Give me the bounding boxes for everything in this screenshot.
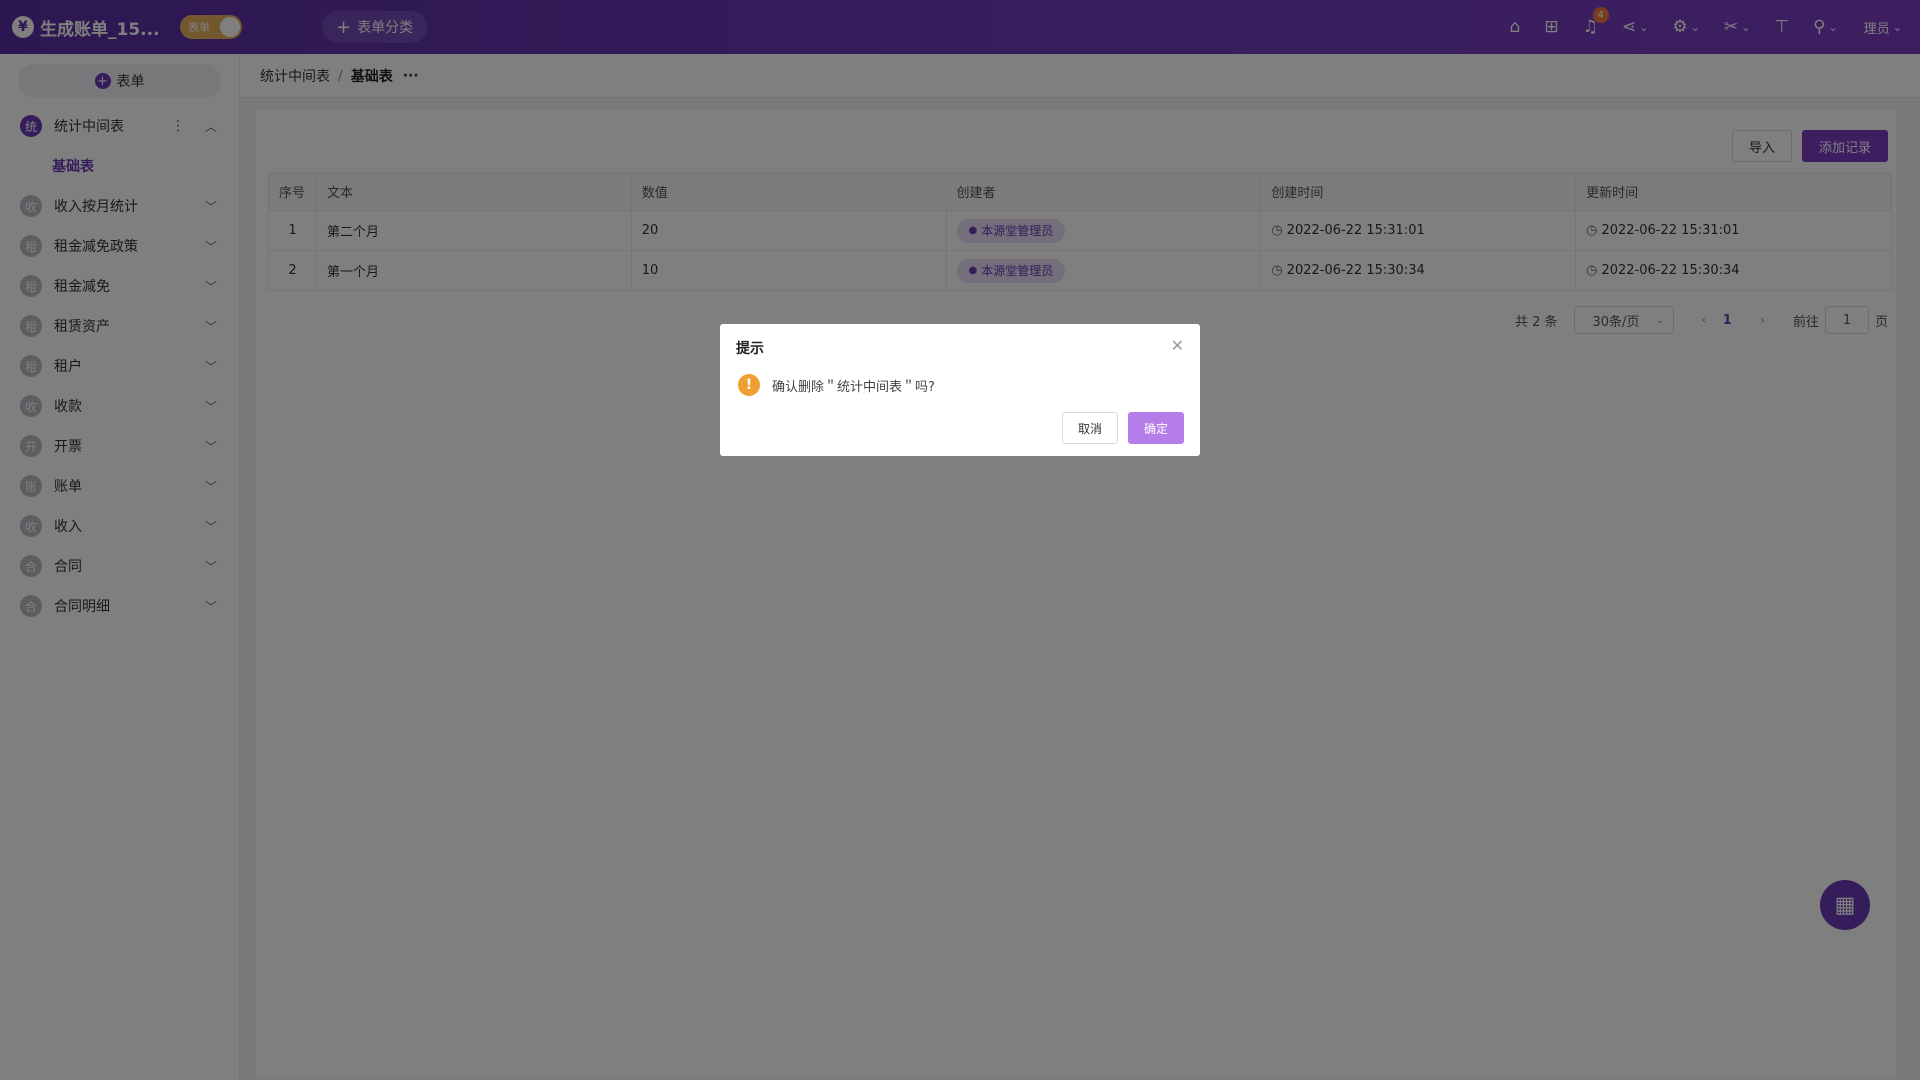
cancel-button[interactable]: 取消 xyxy=(1061,412,1118,444)
close-icon[interactable]: ✕ xyxy=(1171,336,1184,355)
confirm-button[interactable]: 确定 xyxy=(1127,412,1184,444)
confirm-delete-dialog: 提示 ✕ ! 确认删除＂统计中间表＂吗? 取消 确定 xyxy=(720,324,1200,456)
warning-icon: ! xyxy=(738,374,760,396)
dialog-message: 确认删除＂统计中间表＂吗? xyxy=(772,379,935,395)
modal-overlay[interactable] xyxy=(0,0,1920,1080)
dialog-footer: 取消 确定 xyxy=(1061,412,1184,444)
dialog-title: 提示 xyxy=(736,341,764,357)
dialog-body: ! 确认删除＂统计中间表＂吗? xyxy=(738,374,935,396)
